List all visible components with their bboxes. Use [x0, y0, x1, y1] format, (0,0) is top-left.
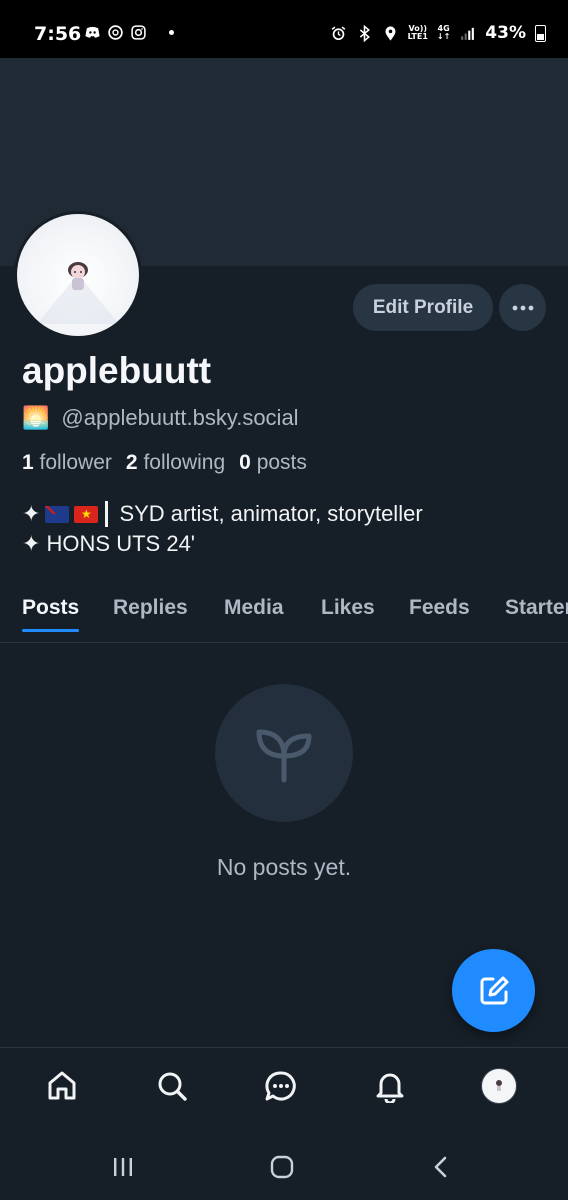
signal-icon — [461, 27, 475, 40]
empty-state-text: No posts yet. — [216, 854, 352, 880]
threads-icon — [108, 25, 123, 40]
bottom-navigation — [0, 1047, 568, 1132]
nav-search[interactable] — [154, 1068, 190, 1104]
back-chevron-icon — [434, 1156, 447, 1178]
alarm-icon — [331, 26, 345, 40]
profile-tabs: Posts Replies Media Likes Feeds Starter — [0, 590, 568, 643]
network-activity: ↓↑ — [436, 32, 451, 41]
posts-count: 0 — [239, 451, 251, 474]
bio-divider — [105, 501, 109, 527]
tab-starter-packs[interactable]: Starter — [505, 596, 568, 632]
recent-apps-icon — [114, 1158, 132, 1176]
status-time: 7:56 — [34, 23, 82, 45]
notification-dot — [169, 30, 174, 35]
home-circle-icon — [270, 1155, 294, 1179]
profile-avatar-frame[interactable] — [14, 211, 142, 339]
tab-likes[interactable]: Likes — [321, 596, 375, 632]
search-icon — [158, 1072, 187, 1101]
following-stat[interactable]: 2 following — [126, 451, 225, 475]
following-label: following — [143, 451, 226, 474]
avatar-thumbnail — [496, 1080, 502, 1091]
display-name: applebuutt — [22, 350, 212, 391]
chat-icon — [265, 1071, 296, 1101]
avatar-illustration — [37, 262, 119, 324]
lte-label: LTE1 — [407, 32, 428, 41]
nav-notifications[interactable] — [372, 1068, 408, 1104]
bio-line-1: ✦ ★ SYD artist, animator, storyteller — [22, 499, 423, 529]
edit-profile-button[interactable]: Edit Profile — [353, 284, 493, 331]
tab-media[interactable]: Media — [224, 596, 284, 632]
instagram-icon — [131, 25, 146, 40]
home-system-button[interactable] — [267, 1153, 297, 1181]
tab-replies[interactable]: Replies — [113, 596, 188, 632]
tab-posts[interactable]: Posts — [22, 596, 80, 632]
tab-feeds[interactable]: Feeds — [409, 596, 470, 632]
bio-line-1-text: SYD artist, animator, storyteller — [119, 501, 423, 526]
profile-avatar-small — [481, 1068, 517, 1104]
location-icon — [385, 25, 396, 41]
posts-stat: 0 posts — [239, 451, 307, 475]
profile-handle: @applebuutt.bsky.social — [61, 405, 299, 430]
more-options-button[interactable] — [499, 284, 546, 331]
handle-row: 🌅 @applebuutt.bsky.social — [22, 405, 299, 431]
profile-stats: 1 follower 2 following 0 posts — [22, 451, 307, 475]
sunrise-emoji: 🌅 — [22, 405, 50, 430]
australia-flag-icon — [45, 505, 70, 523]
ellipsis-icon — [512, 305, 533, 310]
profile-avatar[interactable] — [17, 214, 139, 336]
compose-icon — [480, 976, 508, 1004]
nav-chat[interactable] — [263, 1068, 299, 1104]
status-bar: 7:56 Vo)) LTE1 4G ↓↑ 43% — [0, 0, 568, 58]
back-button[interactable] — [426, 1153, 456, 1181]
recent-apps-button[interactable] — [108, 1153, 138, 1181]
posts-label: posts — [256, 451, 307, 474]
sparkle-glyph: ✦ — [22, 501, 41, 526]
following-count: 2 — [125, 451, 138, 474]
followers-count: 1 — [22, 451, 34, 474]
compose-post-button[interactable] — [452, 949, 535, 1032]
bluetooth-icon — [359, 24, 370, 42]
empty-state-badge — [215, 684, 353, 822]
nav-home[interactable] — [44, 1068, 80, 1104]
battery-percent: 43% — [485, 23, 526, 43]
bell-icon — [376, 1073, 404, 1103]
battery-icon — [535, 24, 546, 42]
followers-label: follower — [39, 451, 112, 474]
home-icon — [48, 1071, 76, 1100]
system-navigation-bar — [0, 1131, 568, 1200]
vietnam-flag-icon: ★ — [74, 505, 99, 523]
bio-line-2: ✦ HONS UTS 24' — [22, 531, 196, 556]
sprout-icon — [256, 729, 312, 783]
nav-profile[interactable] — [481, 1068, 517, 1104]
profile-bio: ✦ ★ SYD artist, animator, storyteller ✦ … — [22, 499, 423, 559]
discord-icon — [85, 26, 100, 38]
followers-stat[interactable]: 1 follower — [22, 451, 112, 475]
